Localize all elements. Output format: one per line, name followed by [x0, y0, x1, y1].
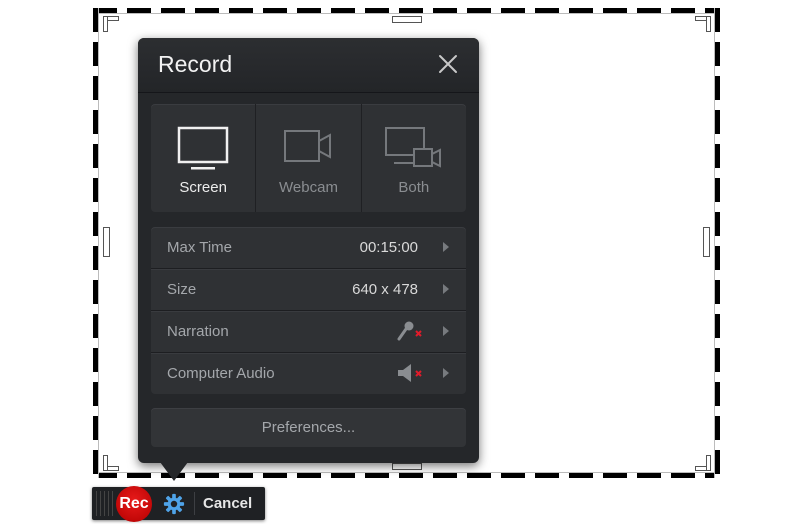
settings-list: Max Time 00:15:00 Size 640 x 478 Narrati… — [151, 227, 466, 394]
setting-label: Computer Audio — [167, 365, 275, 382]
resize-handle-bottom-left[interactable] — [103, 455, 119, 471]
chevron-right-icon — [443, 284, 449, 294]
mode-label: Webcam — [279, 179, 338, 196]
close-icon[interactable] — [437, 53, 459, 75]
drag-grip-handle[interactable] — [96, 491, 116, 516]
resize-handle-bottom-right[interactable] — [695, 455, 711, 471]
setting-narration[interactable]: Narration — [151, 311, 466, 353]
chevron-right-icon — [443, 326, 449, 336]
recording-toolbar: Rec Cancel — [92, 486, 265, 522]
resize-handle-top-right[interactable] — [695, 16, 711, 32]
resize-handle-top-left[interactable] — [103, 16, 119, 32]
resize-handle-bottom[interactable] — [392, 463, 422, 470]
setting-value: 00:15:00 — [359, 239, 418, 256]
mode-label: Screen — [179, 179, 227, 196]
setting-label: Narration — [167, 323, 229, 340]
panel-header: Record — [138, 38, 479, 93]
mode-both[interactable]: Both — [362, 104, 466, 212]
setting-value: 640 x 478 — [352, 281, 418, 298]
resize-handle-top[interactable] — [392, 16, 422, 23]
record-button[interactable]: Rec — [116, 486, 152, 522]
preferences-button[interactable]: Preferences... — [151, 408, 466, 447]
chevron-right-icon — [443, 368, 449, 378]
chevron-right-icon — [443, 242, 449, 252]
speaker-muted-icon — [398, 364, 422, 382]
webcam-icon — [284, 130, 332, 162]
resize-handle-left[interactable] — [103, 227, 110, 257]
setting-label: Max Time — [167, 239, 233, 256]
mode-label: Both — [398, 179, 430, 196]
mode-webcam[interactable]: Webcam — [256, 104, 362, 212]
resize-handle-right[interactable] — [703, 227, 710, 257]
record-mode-selector: Screen Webcam Both — [151, 104, 466, 212]
setting-size[interactable]: Size 640 x 478 — [151, 269, 466, 311]
monitor-webcam-icon — [384, 127, 441, 168]
mode-screen[interactable]: Screen — [151, 104, 257, 212]
setting-computer-audio[interactable]: Computer Audio — [151, 353, 466, 394]
toolbar-divider — [194, 492, 195, 515]
microphone-off-icon — [397, 321, 422, 341]
setting-max-time[interactable]: Max Time 00:15:00 — [151, 227, 466, 269]
setting-label: Size — [167, 281, 197, 298]
panel-title: Record — [158, 51, 233, 77]
cancel-button[interactable]: Cancel — [203, 495, 252, 512]
panel-pointer — [160, 462, 188, 481]
record-panel: Record Screen Webcam Both Max Time 00:15… — [138, 38, 479, 463]
gear-icon[interactable] — [163, 493, 185, 515]
capture-border-left[interactable] — [93, 8, 99, 478]
capture-border-top[interactable] — [93, 8, 720, 14]
monitor-icon — [177, 126, 229, 170]
capture-border-right[interactable] — [714, 8, 720, 478]
